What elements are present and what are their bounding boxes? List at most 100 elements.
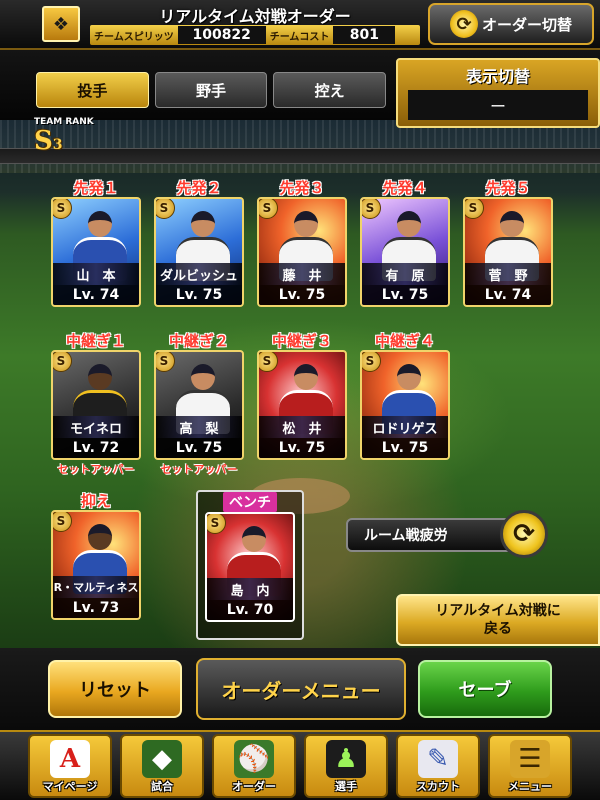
slot-label: 先発４	[382, 179, 428, 197]
player-name: 松 井	[259, 416, 345, 438]
order-menu-button[interactable]: オーダーメニュー	[196, 658, 406, 720]
menu-icon: ☰	[510, 740, 550, 778]
closer-slot[interactable]: 抑え S R・マルティネス Lv. 73	[48, 490, 144, 620]
team-logo-icon[interactable]: ❖	[42, 6, 80, 42]
player-card[interactable]: S 高 梨 Lv. 75	[154, 350, 244, 460]
starter-slot-1[interactable]: 先発１ S 山 本 Lv. 74	[48, 177, 144, 307]
nav-item-mypage[interactable]: A マイページ	[28, 734, 112, 798]
nav-item-menu[interactable]: ☰ メニュー	[488, 734, 572, 798]
reliever-slot-4[interactable]: 中継ぎ４ S ロドリゲス Lv. 75	[357, 330, 453, 460]
player-card[interactable]: S 山 本 Lv. 74	[51, 197, 141, 307]
slot-label: ベンチ	[202, 492, 298, 512]
player-card[interactable]: S モイネロ Lv. 72	[51, 350, 141, 460]
nav-item-player[interactable]: ♟ 選手	[304, 734, 388, 798]
team-cost-value: 801	[333, 26, 396, 44]
page-title: リアルタイム対戦オーダー	[159, 7, 351, 26]
reliever-slot-2[interactable]: 中継ぎ２ S 高 梨 Lv. 75 セットアッパー	[151, 330, 247, 477]
tab-pitcher[interactable]: 投手	[36, 72, 149, 108]
display-toggle-value: ー	[408, 90, 588, 120]
player-card[interactable]: S ロドリゲス Lv. 75	[360, 350, 450, 460]
action-row: リセット オーダーメニュー セーブ	[0, 648, 600, 730]
player-card[interactable]: S 藤 井 Lv. 75	[257, 197, 347, 307]
player-name: 山 本	[53, 263, 139, 285]
player-name: R・マルティネス	[53, 576, 139, 598]
bench-slot[interactable]: ベンチ S 島 内 Lv. 70	[202, 492, 298, 622]
player-name: 島 内	[207, 578, 293, 600]
player-level: Lv. 70	[207, 600, 293, 620]
nav-item-order[interactable]: ⚾ オーダー	[212, 734, 296, 798]
player-level: Lv. 75	[156, 438, 242, 458]
player-name: ロドリゲス	[362, 416, 448, 438]
player-level: Lv. 74	[465, 285, 551, 305]
rarity-badge-icon: S	[53, 352, 72, 372]
starter-slot-3[interactable]: 先発３ S 藤 井 Lv. 75	[254, 177, 350, 307]
reliever-slot-3[interactable]: 中継ぎ３ S 松 井 Lv. 75	[254, 330, 350, 460]
role-note: セットアッパー	[57, 463, 135, 476]
nav-label: 選手	[335, 780, 357, 793]
player-level: Lv. 74	[53, 285, 139, 305]
team-rank-letter: S	[34, 126, 53, 156]
mypage-icon: A	[50, 740, 90, 778]
starter-slot-2[interactable]: 先発２ S ダルビッシュ Lv. 75	[151, 177, 247, 307]
nav-label: マイページ	[42, 780, 98, 793]
order-switch-label: オーダー切替	[481, 15, 572, 34]
reliever-slot-1[interactable]: 中継ぎ１ S モイネロ Lv. 72 セットアッパー	[48, 330, 144, 477]
return-label-line2: 戻る	[484, 621, 512, 637]
slot-label: 中継ぎ２	[168, 332, 229, 350]
player-icon: ♟	[326, 740, 366, 778]
rarity-badge-icon: S	[259, 352, 278, 372]
cycle-icon: ⟳	[449, 10, 478, 38]
player-level: Lv. 75	[362, 438, 448, 458]
player-name: 高 梨	[156, 416, 242, 438]
team-cost-label: チームコスト	[269, 31, 330, 43]
order-switch-button[interactable]: ⟳ オーダー切替	[428, 3, 594, 45]
nav-label: メニュー	[508, 780, 552, 793]
tab-fielder[interactable]: 野手	[154, 72, 268, 108]
rarity-badge-icon: S	[156, 352, 175, 372]
starter-slot-4[interactable]: 先発４ S 有 原 Lv. 75	[357, 177, 453, 307]
rarity-badge-icon: S	[53, 512, 72, 532]
order-icon: ⚾	[234, 740, 274, 778]
save-button[interactable]: セーブ	[418, 660, 552, 718]
display-toggle-panel[interactable]: 表示切替 ー	[396, 58, 600, 128]
nav-label: スカウト	[416, 780, 460, 793]
nav-item-scout[interactable]: ✎ スカウト	[396, 734, 480, 798]
player-card[interactable]: S ダルビッシュ Lv. 75	[154, 197, 244, 307]
player-name: 藤 井	[259, 263, 345, 285]
rarity-badge-icon: S	[259, 199, 278, 219]
slot-label: 中継ぎ４	[374, 332, 435, 350]
return-realtime-battle-button[interactable]: リアルタイム対戦に 戻る	[396, 594, 600, 646]
team-rank-number: 3	[52, 137, 63, 153]
tab-reserve[interactable]: 控え	[273, 72, 387, 108]
team-stats-bar: チームスピリッツ 100822 チームコスト 801	[90, 25, 420, 45]
bench-label: ベンチ	[223, 492, 277, 512]
player-name: 菅 野	[465, 263, 551, 285]
player-card[interactable]: S 松 井 Lv. 75	[257, 350, 347, 460]
rarity-badge-icon: S	[53, 199, 72, 219]
header-bar: ❖ リアルタイム対戦オーダー チームスピリッツ 100822 チームコスト 80…	[0, 0, 600, 50]
room-fatigue-cycle-icon[interactable]: ⟳	[500, 510, 548, 558]
player-level: Lv. 75	[259, 438, 345, 458]
team-spirit-label: チームスピリッツ	[94, 31, 174, 43]
player-card[interactable]: S 島 内 Lv. 70	[205, 512, 295, 622]
room-fatigue-label: ルーム戦疲労	[364, 528, 448, 544]
reset-button[interactable]: リセット	[48, 660, 182, 718]
stadium-icon: ◆	[142, 740, 182, 778]
starter-slot-5[interactable]: 先発５ S 菅 野 Lv. 74	[460, 177, 556, 307]
player-level: Lv. 75	[156, 285, 242, 305]
player-card[interactable]: S R・マルティネス Lv. 73	[51, 510, 141, 620]
scout-icon: ✎	[418, 740, 458, 778]
slot-label: 先発１	[73, 179, 119, 197]
nav-item-game[interactable]: ◆ 試合	[120, 734, 204, 798]
role-note: セットアッパー	[160, 463, 238, 476]
player-card[interactable]: S 有 原 Lv. 75	[360, 197, 450, 307]
player-name: ダルビッシュ	[156, 263, 242, 285]
player-name: モイネロ	[53, 416, 139, 438]
player-level: Lv. 73	[53, 598, 139, 618]
rarity-badge-icon: S	[362, 199, 381, 219]
nav-label: オーダー	[232, 780, 276, 793]
player-name: 有 原	[362, 263, 448, 285]
player-level: Lv. 72	[53, 438, 139, 458]
position-tabs: 投手 野手 控え	[36, 72, 387, 108]
player-card[interactable]: S 菅 野 Lv. 74	[463, 197, 553, 307]
